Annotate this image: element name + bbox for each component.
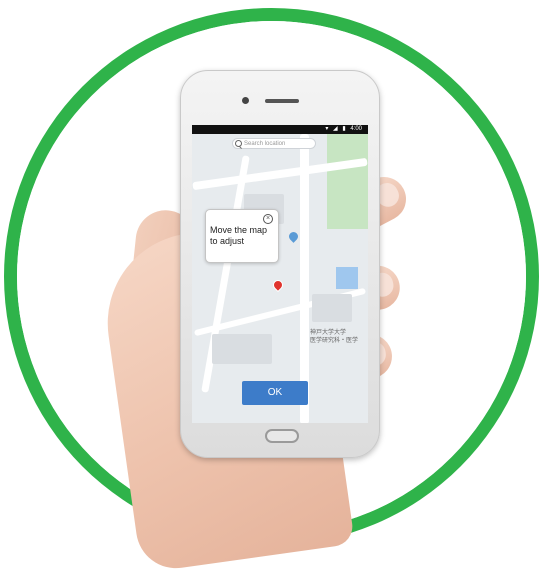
battery-icon: ▮ [342, 126, 346, 132]
phone-screen: ▾ ◢ ▮ 4:00 神戸大学大学 医学研究科・医学 Search locati [192, 125, 368, 423]
map-place-label: 神戸大学大学 医学研究科・医学 [310, 330, 359, 344]
map-view[interactable]: 神戸大学大学 医学研究科・医学 Search location × Move t… [192, 134, 368, 423]
home-button[interactable] [265, 429, 299, 443]
map-water-area [336, 267, 358, 289]
front-camera [242, 97, 249, 104]
smartphone: ▾ ◢ ▮ 4:00 神戸大学大学 医学研究科・医学 Search locati [180, 70, 380, 458]
location-pin-icon[interactable] [270, 277, 286, 293]
status-bar: ▾ ◢ ▮ 4:00 [192, 125, 368, 134]
signal-icon: ◢ [333, 126, 338, 132]
poi-marker-icon[interactable] [287, 230, 300, 243]
ok-button[interactable]: OK [242, 381, 308, 405]
search-icon [235, 140, 242, 147]
close-icon[interactable]: × [263, 214, 273, 224]
map-road [300, 134, 309, 423]
earpiece-speaker [265, 99, 299, 103]
search-placeholder: Search location [244, 141, 286, 147]
wifi-icon: ▾ [325, 126, 329, 132]
map-park-area [327, 134, 368, 229]
map-building [212, 334, 272, 364]
status-time: 4:00 [350, 126, 362, 132]
map-building [312, 294, 352, 322]
popup-message: Move the map to adjust [210, 225, 268, 246]
status-icons: ▾ ◢ ▮ 4:00 [322, 126, 362, 132]
adjust-hint-popup: × Move the map to adjust [205, 209, 279, 263]
search-input[interactable]: Search location [232, 138, 316, 149]
